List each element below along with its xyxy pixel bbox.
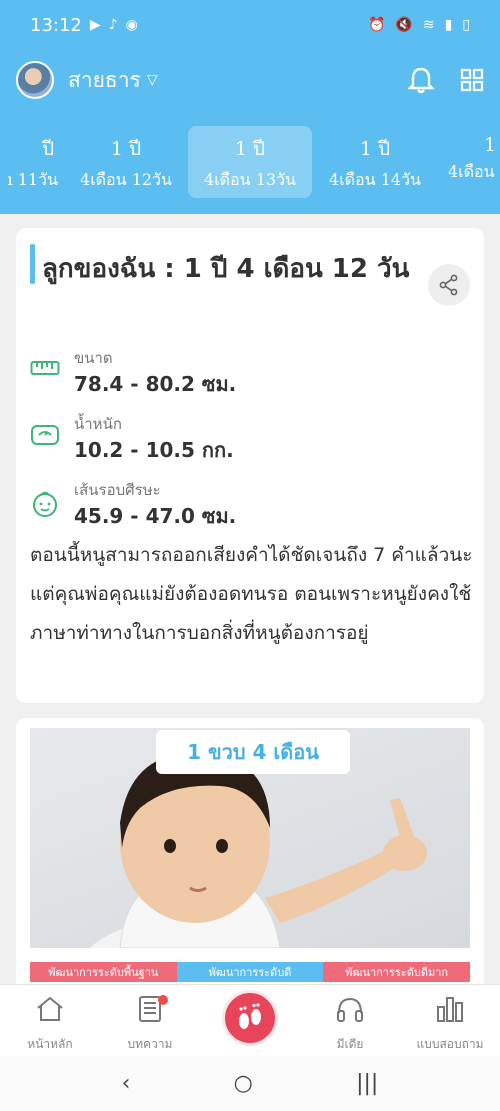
age-tab-detail: 4เดือน [448,162,495,181]
tiktok-icon: ♪ [108,17,118,33]
baby-photo: 1 ขวบ 4 เดือน [30,728,470,948]
title-accent-bar [30,244,35,284]
age-tab-year: 1 [484,134,497,156]
dev-level-good: พัฒนาการระดับดี [176,962,324,982]
card-title: ลูกของฉัน : 1 ปี 4 เดือน 12 วัน [42,254,410,284]
nav-label: แบบสอบถาม [416,1037,484,1051]
age-tab-year: 1 ปี [234,138,266,160]
chevron-down-icon[interactable]: ▽ [147,72,158,88]
back-icon[interactable]: ‹ [122,1071,131,1096]
age-tab-year: 1 ปี [110,138,142,160]
profile-name[interactable]: สายธาร [68,64,141,97]
recents-icon[interactable]: ||| [356,1071,378,1096]
nav-label: หน้าหลัก [27,1037,73,1051]
baby-face-icon [30,490,60,522]
age-tab[interactable]: 1 4เดือน [440,126,500,198]
feet-icon [239,1003,261,1029]
age-badge: 1 ขวบ 4 เดือน [156,730,350,774]
age-tab[interactable]: 1 ปี 4เดือน 14วัน [313,126,437,198]
age-tab-year: ปี [41,138,54,160]
grid-icon[interactable] [460,68,484,92]
headphones-icon [300,993,400,1025]
scale-icon [30,424,60,450]
metric-value: 78.4 - 80.2 ซม. [74,372,237,396]
nav-survey[interactable]: แบบสอบถาม [400,993,500,1054]
home-circle-icon[interactable]: ○ [234,1071,253,1096]
dev-level-excellent: พัฒนาการระดับดีมาก [323,962,471,982]
notification-dot [158,995,168,1005]
age-tab-active[interactable]: 1 ปี 4เดือน 13วัน [188,126,312,198]
avatar[interactable] [16,61,54,99]
bell-icon[interactable] [408,66,434,94]
bar-chart-icon [400,993,500,1025]
development-level-strip: พัฒนาการระดับพื้นฐาน พัฒนาการระดับดี พัฒ… [30,962,471,982]
article-icon [100,993,200,1025]
nav-media[interactable]: มีเดีย [300,993,400,1054]
youtube-icon: ▶ [89,17,101,33]
system-nav-bar: ‹ ○ ||| [0,1056,500,1111]
status-bar: 13:12 ▶ ♪ ◉ ⏰ 🔇 ≋ ▮ ▯ [0,0,500,50]
dev-level-basic: พัฒนาการระดับพื้นฐาน [30,962,177,982]
alarm-icon: ⏰ [367,17,386,33]
age-tab[interactable]: 1 ปี 4เดือน 12วัน [64,126,188,198]
nav-articles[interactable]: บทความ [100,993,200,1054]
age-tab-detail: 4เดือน 12วัน [80,170,172,189]
age-tab-detail: 4เดือน 14วัน [329,170,421,189]
metric-value: 45.9 - 47.0 ซม. [74,504,237,528]
age-tab-detail: 4เดือน 13วัน [204,170,296,189]
metric-label: ขนาด [74,349,113,367]
metric-label: เส้นรอบศีรษะ [74,481,161,499]
growth-info-card: ลูกของฉัน : 1 ปี 4 เดือน 12 วัน ขนาด 78.… [16,228,484,703]
nav-label: บทความ [127,1037,173,1051]
nav-label: มีเดีย [336,1037,364,1051]
mute-icon: 🔇 [395,17,413,33]
metric-value: 10.2 - 10.5 กก. [74,438,234,462]
development-description: ตอนนี้หนูสามารถออกเสียงคำได้ชัดเจนถึง 7 … [30,544,473,644]
home-icon [0,993,100,1025]
wifi-icon: ≋ [422,17,435,33]
ruler-icon [30,358,60,382]
development-image-card[interactable]: 1 ขวบ 4 เดือน พัฒนาการระดับพื้นฐาน พัฒนา… [16,718,484,998]
signal-icon: ▮ [444,17,453,33]
location-icon: ◉ [125,17,138,33]
age-tab-year: 1 ปี [359,138,391,160]
share-icon [439,274,458,296]
nav-home[interactable]: หน้าหลัก [0,993,100,1054]
age-tab[interactable]: ปี ı 11วัน [0,126,60,198]
app-header: สายธาร ▽ [0,50,500,110]
battery-icon: ▯ [462,17,470,33]
status-time: 13:12 [30,14,82,36]
age-tab-detail: ı 11วัน [7,170,58,189]
age-tabs: ปี ı 11วัน 1 ปี 4เดือน 12วัน 1 ปี 4เดือน… [0,110,500,214]
share-button[interactable] [428,264,470,306]
metric-label: น้ำหนัก [74,415,122,433]
center-feet-button[interactable] [222,990,278,1046]
